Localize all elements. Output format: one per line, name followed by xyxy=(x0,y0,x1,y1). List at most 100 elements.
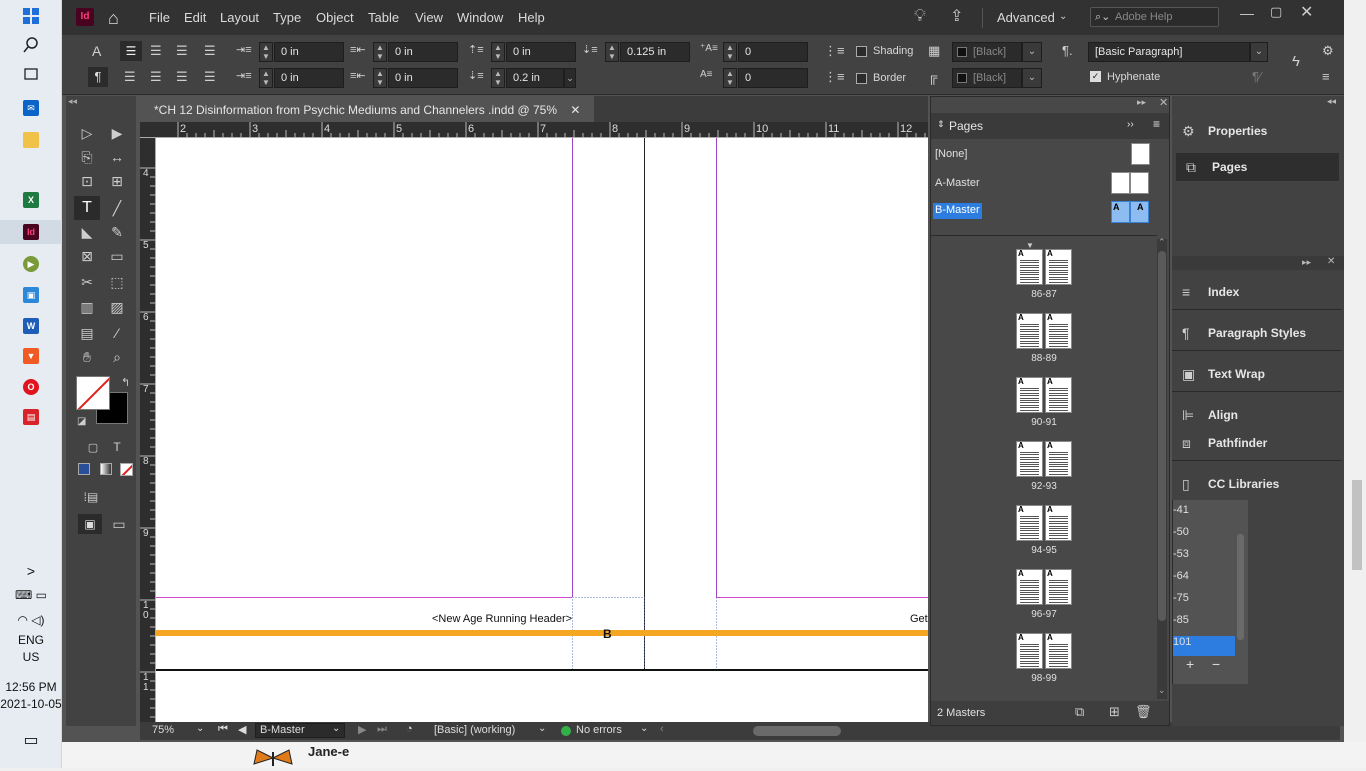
space-after-field[interactable]: 0.2 in xyxy=(506,68,564,88)
space-after-spinner[interactable]: ▲ ▼ xyxy=(491,68,505,88)
space-after-dropdown[interactable]: ⌄ xyxy=(564,68,576,88)
dropcap-lines-spinner[interactable]: ▲ ▼ xyxy=(723,42,737,62)
close-tab-icon[interactable]: ✕ xyxy=(570,103,580,117)
collapse-group-icon[interactable]: ▸▸ xyxy=(1302,257,1311,268)
collapse-panel-icon[interactable]: ▸▸ xyxy=(1137,97,1146,108)
align-spine-icon[interactable]: ☰ xyxy=(204,69,216,85)
right-page-header-text[interactable]: Get xyxy=(910,613,928,625)
page-thumbnail[interactable]: A xyxy=(1016,249,1043,285)
selection-tool-icon[interactable]: ▷ xyxy=(76,122,98,144)
last-line-indent-spinner[interactable]: ▲ ▼ xyxy=(373,68,387,88)
word-icon[interactable]: W xyxy=(21,316,41,336)
border-settings-icon[interactable]: ╔ xyxy=(928,69,937,84)
spread-thumbnail[interactable]: AA xyxy=(1016,249,1072,285)
page-thumbnail[interactable]: A xyxy=(1016,377,1043,413)
page-thumbnail[interactable]: A xyxy=(1016,313,1043,349)
mail-icon[interactable]: ✉ xyxy=(21,98,41,118)
minimize-icon[interactable]: — xyxy=(1240,5,1254,21)
chevron-down-icon[interactable]: ⌄ xyxy=(538,723,546,734)
remove-icon[interactable]: − xyxy=(1212,656,1220,672)
align-right-icon[interactable]: ☰ xyxy=(176,43,188,59)
zoom-tool-icon[interactable]: ⌕ xyxy=(106,346,128,368)
add-icon[interactable]: + xyxy=(1186,656,1194,672)
pages-scrollbar-track[interactable]: ⌃ ⌄ xyxy=(1157,237,1167,699)
dock-properties[interactable]: ⚙ Properties xyxy=(1172,111,1342,151)
right-indent-spinner[interactable]: ▲ ▼ xyxy=(373,42,387,62)
quick-apply-icon[interactable]: ϟ xyxy=(1292,53,1300,70)
justify-all-icon[interactable]: ☰ xyxy=(176,69,188,85)
spread-label[interactable]: 98-99 xyxy=(1011,673,1077,684)
menu-file[interactable]: File xyxy=(149,10,170,25)
spread-label[interactable]: 94-95 xyxy=(1011,545,1077,556)
line-tool-icon[interactable]: ╱ xyxy=(106,197,128,219)
menu-window[interactable]: Window xyxy=(457,10,503,25)
space-after-grid-spinner[interactable]: ▲ ▼ xyxy=(605,42,619,62)
first-page-icon[interactable]: ⏮︎ xyxy=(218,723,228,736)
last-line-indent-field[interactable]: 0 in xyxy=(388,68,458,88)
paragraph-style-dropdown[interactable]: [Basic Paragraph] xyxy=(1088,42,1250,62)
page-thumbnail[interactable]: A xyxy=(1045,377,1072,413)
background-page-number[interactable]: -41 xyxy=(1173,504,1235,524)
vertical-ruler[interactable]: 4567891011 xyxy=(140,138,156,722)
master-none[interactable]: [None] xyxy=(931,143,1169,165)
chevron-down-icon[interactable]: ⌄ xyxy=(640,723,648,734)
maximize-icon[interactable]: ▢ xyxy=(1270,4,1282,20)
first-line-indent-spinner[interactable]: ▲ ▼ xyxy=(259,68,273,88)
preflight-profile-dropdown[interactable]: [Basic] (working) xyxy=(434,724,515,736)
app-red-icon[interactable]: ▤ xyxy=(21,407,41,427)
chevron-down-icon[interactable]: ⌄ xyxy=(1059,11,1067,22)
master-a[interactable]: A-Master xyxy=(931,172,1169,194)
screen-mode-icon[interactable]: ⁞▤ xyxy=(80,486,102,508)
align-center-icon[interactable]: ☰ xyxy=(150,43,162,59)
app-icon[interactable]: ▣ xyxy=(21,285,41,305)
bullets-list-icon[interactable]: ⋮≡ xyxy=(824,43,845,59)
type-tool-icon[interactable]: T xyxy=(76,197,98,219)
space-after-grid-field[interactable]: 0.125 in xyxy=(620,42,690,62)
menu-type[interactable]: Type xyxy=(273,10,301,25)
gap-tool-icon[interactable]: ↔ xyxy=(106,146,128,168)
spread-thumbnail[interactable]: AA xyxy=(1016,633,1072,669)
scroll-up-icon[interactable]: ⌃ xyxy=(1158,237,1166,248)
dropcap-chars-spinner[interactable]: ▲ ▼ xyxy=(723,68,737,88)
page-thumbnail[interactable]: A xyxy=(1045,441,1072,477)
justify-left-icon[interactable]: ☰ xyxy=(204,43,216,59)
dock-paragraph-styles[interactable]: ¶ Paragraph Styles xyxy=(1172,313,1342,353)
content-placer-icon[interactable]: ⊞ xyxy=(106,170,128,192)
chevron-down-icon[interactable]: ⌄ xyxy=(1250,42,1268,62)
page-thumbnail[interactable]: A xyxy=(1045,569,1072,605)
dock-pathfinder[interactable]: ⧈ Pathfinder xyxy=(1172,423,1342,463)
page-thumbnail[interactable]: A xyxy=(1045,633,1072,669)
close-group-icon[interactable]: ✕ xyxy=(1327,256,1335,267)
clock-time[interactable]: 12:56 PM xyxy=(0,680,62,694)
page-thumbnail[interactable]: A xyxy=(1045,249,1072,285)
background-page-number[interactable]: -64 xyxy=(1173,570,1235,590)
preflight-icon[interactable]: ◔ xyxy=(406,723,413,735)
swap-fill-stroke-icon[interactable]: ↰ xyxy=(121,376,130,389)
user-name[interactable]: Jane-e xyxy=(308,744,349,759)
content-collector-icon[interactable]: ⊡ xyxy=(76,170,98,192)
search-icon[interactable] xyxy=(21,35,41,55)
input-language[interactable]: ENG xyxy=(0,633,62,647)
dropcap-lines-field[interactable]: 0 xyxy=(738,42,808,62)
horizontal-ruler[interactable]: 2 3 4 5 6 7 8 9 10 11 12 xyxy=(140,122,928,138)
page-thumbnail[interactable]: A xyxy=(1016,633,1043,669)
trash-icon[interactable]: 🗑︎ xyxy=(1135,704,1152,720)
last-page-icon[interactable]: ⏭︎ xyxy=(377,723,387,736)
edit-page-size-icon[interactable]: ⧉ xyxy=(1075,704,1084,720)
panel-menu-icon[interactable]: ≡ xyxy=(1153,117,1160,131)
formatting-text-icon[interactable]: T xyxy=(106,436,128,458)
excel-icon[interactable]: X xyxy=(21,190,41,210)
notifications-icon[interactable]: ▭ xyxy=(0,730,62,750)
apply-color-icon[interactable] xyxy=(78,463,90,475)
collapse-dock-icon[interactable]: ◂◂ xyxy=(1327,96,1336,107)
border-swatch-dropdown[interactable]: [Black] xyxy=(952,68,1022,88)
shading-checkbox[interactable] xyxy=(856,46,867,57)
brave-icon[interactable]: ▼ xyxy=(21,346,41,366)
scroll-down-icon[interactable]: ⌄ xyxy=(1158,685,1166,696)
network-volume-icon[interactable]: ◠ ◁) xyxy=(0,613,62,627)
rectangle-frame-tool-icon[interactable]: ⊠ xyxy=(76,245,98,267)
browser-scrollbar-thumb[interactable] xyxy=(1352,480,1362,570)
opera-icon[interactable]: O xyxy=(21,377,41,397)
collapse-toolbox-icon[interactable]: ◂◂ xyxy=(68,96,77,107)
rectangle-tool-icon[interactable]: ▭ xyxy=(106,245,128,267)
